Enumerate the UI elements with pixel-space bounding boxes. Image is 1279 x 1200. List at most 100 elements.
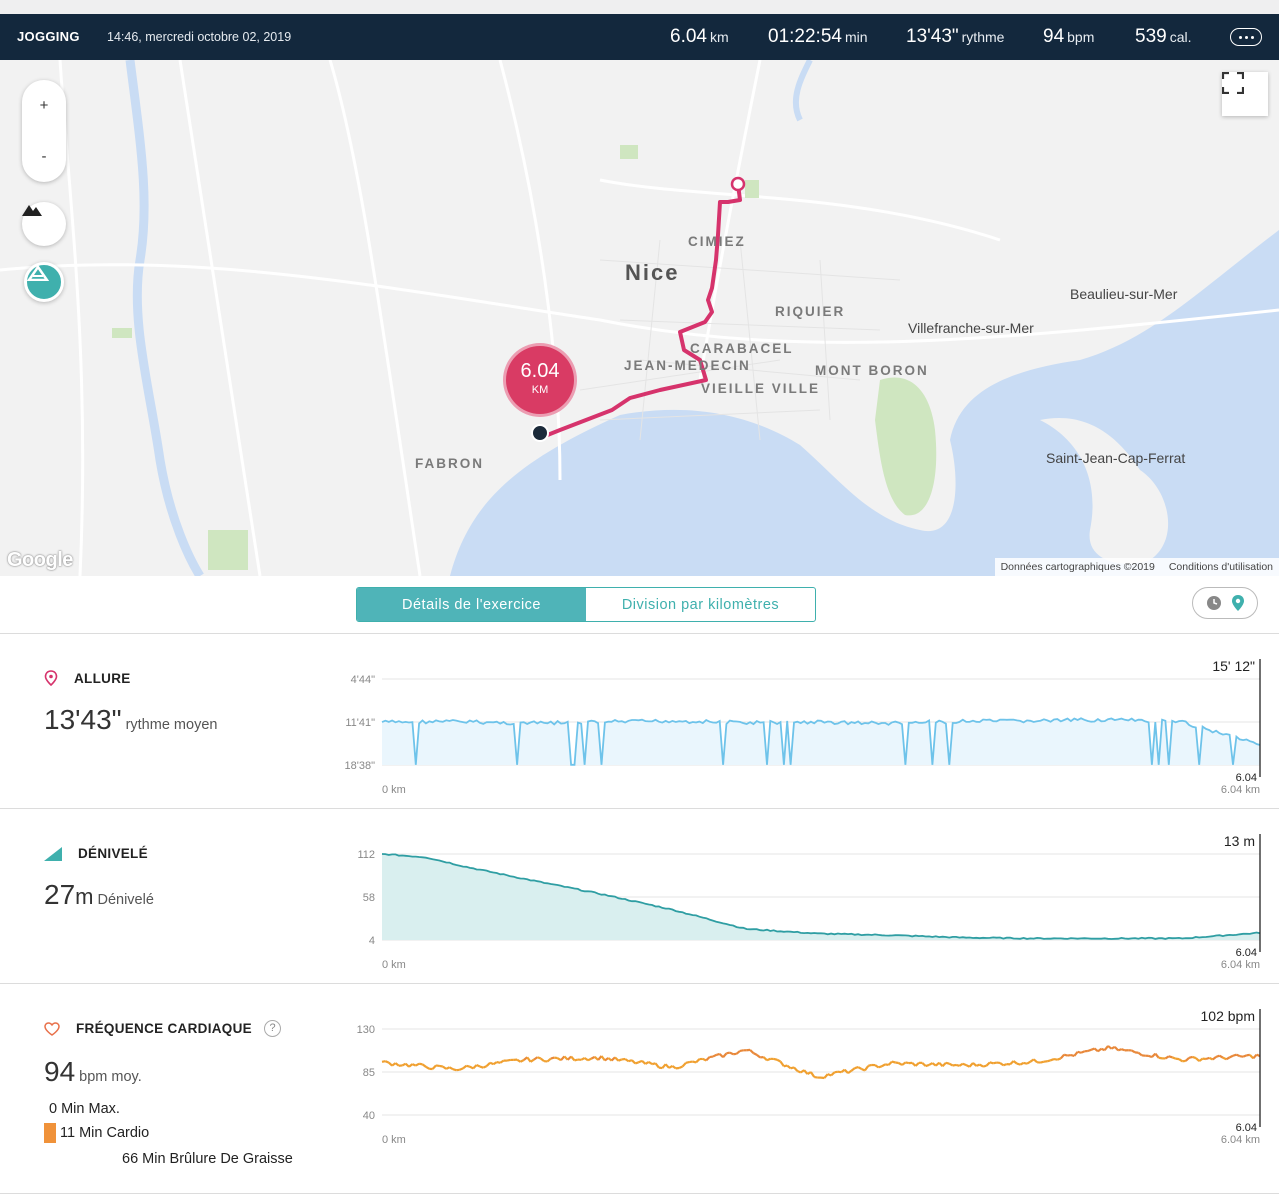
zone-cardio-label: 11 Min Cardio	[60, 1124, 150, 1141]
series-line-segment	[459, 1067, 464, 1071]
elevation-title: DÉNIVELÉ	[78, 846, 148, 861]
route-end-marker	[531, 424, 549, 442]
heart-icon	[44, 1022, 60, 1036]
series-line-segment	[1012, 1060, 1018, 1065]
map-data-credit: Données cartographiques ©2019	[1000, 561, 1155, 573]
series-line-segment	[685, 1061, 690, 1064]
series-line-segment	[476, 1064, 481, 1068]
x-start-label: 0 km	[382, 1134, 406, 1146]
zoom-in-button[interactable]: +	[22, 80, 66, 131]
x-end-label: 6.04 km	[1221, 1134, 1260, 1146]
clock-icon[interactable]	[1206, 595, 1222, 611]
series-line-segment	[485, 1061, 491, 1067]
series-line-segment	[554, 1056, 558, 1060]
terms-link[interactable]: Conditions d'utilisation	[1169, 561, 1273, 573]
series-line-segment	[462, 1064, 468, 1070]
terrain-toggle-button[interactable]	[22, 202, 66, 246]
pace-average-label: rythme moyen	[125, 717, 218, 733]
series-line-segment	[1019, 1061, 1025, 1066]
y-tick-label: 4'44"	[351, 674, 375, 686]
y-tick-label: 18'38"	[345, 760, 376, 772]
series-line-segment	[449, 1066, 454, 1071]
series-line-segment	[925, 1063, 930, 1068]
stat-calories-value: 539	[1135, 26, 1167, 47]
series-line-segment	[600, 1055, 606, 1062]
series-line-segment	[604, 1057, 609, 1062]
series-line-segment	[388, 1061, 393, 1067]
series-line-segment	[837, 1070, 842, 1074]
series-line-segment	[466, 1064, 471, 1068]
series-line-segment	[1087, 1048, 1092, 1053]
series-line-segment	[574, 1058, 579, 1062]
activity-datetime: 14:46, mercredi octobre 02, 2019	[107, 30, 292, 44]
series-line-segment	[843, 1068, 849, 1074]
series-line-segment	[1242, 1054, 1247, 1058]
elevation-total-unit: m	[75, 884, 94, 909]
series-line-segment	[1059, 1053, 1065, 1060]
series-line-segment	[1046, 1059, 1051, 1063]
x-start-label: 0 km	[382, 959, 406, 971]
tab-exercise-details[interactable]: Détails de l'exercice	[357, 588, 586, 621]
series-line-segment	[847, 1069, 853, 1075]
series-line-segment	[681, 1062, 687, 1068]
series-line-segment	[1002, 1063, 1008, 1067]
stat-pace-value: 13'43"	[906, 26, 959, 47]
help-icon[interactable]: ?	[264, 1020, 281, 1037]
tab-km-splits[interactable]: Division par kilomètres	[586, 588, 815, 621]
series-line-segment	[550, 1056, 555, 1060]
route-map[interactable]: Nice CIMIEZ RIQUIER CARABACEL JEAN-MEDEC…	[0, 60, 1279, 576]
label-beaulieu: Beaulieu-sur-Mer	[1070, 286, 1178, 302]
series-line-segment	[1232, 1053, 1237, 1057]
stat-heart-rate-unit: bpm	[1067, 29, 1095, 45]
stat-duration: 01:22:54 min	[768, 26, 868, 48]
elevation-chart[interactable]: 112 58 4 13 m 6.04 0 km 6.04 km	[330, 809, 1270, 984]
series-line-segment	[1033, 1058, 1038, 1064]
series-line-segment	[1029, 1058, 1035, 1063]
heart-rate-chart[interactable]: 130 85 40 102 bpm 6.04 0 km 6.04 km	[330, 984, 1270, 1159]
series-line-segment	[864, 1065, 870, 1072]
axis-toggle[interactable]	[1192, 587, 1258, 619]
series-line-segment	[418, 1062, 423, 1066]
label-vieille-ville: VIEILLE VILLE	[701, 381, 821, 396]
fullscreen-button[interactable]	[1222, 72, 1268, 116]
x-end-label: 6.04 km	[1221, 784, 1260, 796]
heart-rate-panel: FRÉQUENCE CARDIAQUE ? 94 bpm moy. 0 Min M…	[0, 984, 1279, 1194]
series-line-segment	[1117, 1048, 1122, 1052]
label-nice: Nice	[625, 260, 680, 285]
series-line-segment	[614, 1056, 620, 1062]
series-line-segment	[911, 1062, 917, 1067]
elevation-total-label: Dénivelé	[97, 892, 154, 908]
y-tick-label: 4	[369, 935, 375, 947]
series-line-segment	[1114, 1046, 1119, 1052]
series-line-segment	[1040, 1060, 1045, 1064]
series-line-segment	[1131, 1049, 1136, 1054]
mont-boron-green	[875, 377, 937, 516]
location-pin-icon[interactable]	[1231, 594, 1245, 612]
x-start-label: 0 km	[382, 784, 406, 796]
series-line-segment	[519, 1059, 525, 1063]
pace-average: 13'43" rythme moyen	[44, 704, 217, 736]
series-line-segment	[749, 1049, 755, 1054]
route-view-button[interactable]	[24, 262, 64, 302]
series-line-segment	[850, 1067, 856, 1072]
paillon-river	[792, 60, 813, 122]
y-tick-label: 112	[357, 849, 375, 861]
series-line-segment	[492, 1061, 498, 1066]
series-line-segment	[1009, 1060, 1015, 1066]
series-line-segment	[972, 1062, 978, 1067]
pace-chart[interactable]: 4'44" 11'41" 18'38" 15' 12" 6.04 0 km 6.04 km	[330, 634, 1270, 809]
zoom-out-button[interactable]: -	[22, 131, 66, 182]
map-canvas	[0, 60, 1279, 576]
fullscreen-icon	[1222, 72, 1244, 94]
more-options-button[interactable]	[1230, 28, 1262, 46]
heart-rate-average-value: 94	[44, 1056, 76, 1087]
series-line-segment	[533, 1056, 538, 1061]
series-line-segment	[442, 1065, 447, 1070]
stat-pace: 13'43" rythme	[906, 26, 1004, 48]
route-start-marker	[730, 176, 746, 192]
activity-type: JOGGING	[17, 29, 80, 44]
google-logo: Google	[7, 549, 73, 571]
series-line-segment	[489, 1061, 494, 1066]
series-line-segment	[962, 1062, 967, 1067]
series-line-segment	[435, 1064, 440, 1068]
